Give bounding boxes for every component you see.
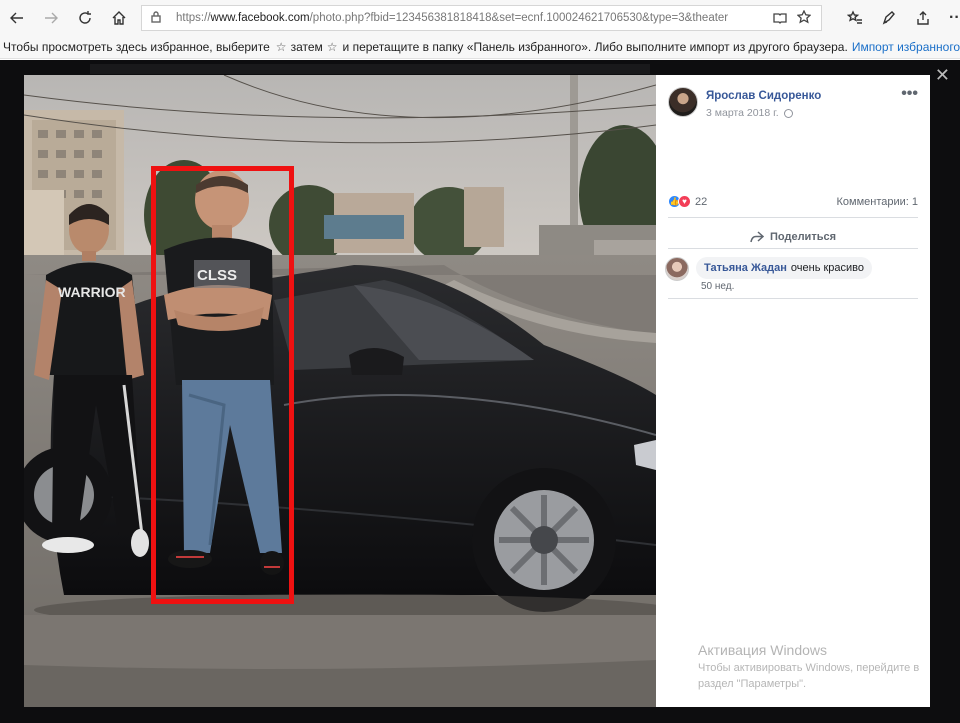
import-favorites-link[interactable]: Импорт избранного (852, 40, 960, 54)
comment-text: очень красиво (790, 262, 865, 274)
highlight-box (151, 166, 294, 604)
home-icon (112, 11, 126, 25)
share-button[interactable]: Поделиться (668, 224, 918, 250)
share-icon (917, 11, 929, 25)
book-icon (773, 13, 787, 24)
reading-view-button[interactable] (773, 11, 787, 28)
forward-button[interactable] (34, 1, 68, 35)
more-browser-button[interactable]: ··· (940, 1, 960, 35)
comment-time[interactable]: 50 нед. (701, 281, 734, 292)
author-info: Ярослав Сидоренко 3 марта 2018 г. (706, 87, 821, 119)
lock-icon (150, 10, 162, 26)
comment-bubble: Татьяна Жадан очень красиво (696, 257, 873, 279)
post-options-button[interactable]: ••• (901, 85, 918, 103)
back-button[interactable] (0, 1, 34, 35)
share-arrow-icon (750, 231, 764, 243)
favorites-hint-text: затем (290, 40, 323, 54)
divider (668, 298, 918, 299)
favorites-button[interactable] (838, 1, 872, 35)
post-photo[interactable]: WARRIOR CLSS (24, 75, 656, 707)
photo-image: WARRIOR CLSS (24, 75, 656, 707)
divider (668, 248, 918, 249)
arrow-right-icon (45, 12, 58, 24)
reaction-count[interactable]: 22 (695, 196, 707, 208)
dimmed-page-background (90, 64, 650, 74)
close-icon[interactable]: ✕ (935, 66, 950, 84)
browser-toolbar: https://www.facebook.com/photo.php?fbid=… (0, 0, 960, 36)
favorites-hint-bar: Чтобы просмотреть здесь избранное, выбер… (0, 36, 960, 59)
post-date-text: 3 марта 2018 г. (706, 107, 779, 119)
favorites-list-icon (847, 10, 862, 24)
address-bar[interactable]: https://www.facebook.com/photo.php?fbid=… (141, 5, 822, 31)
refresh-button[interactable] (68, 1, 102, 35)
comments-count-link[interactable]: Комментарии: 1 (836, 196, 918, 208)
divider (668, 217, 918, 218)
shirt-text-warrior: WARRIOR (58, 284, 126, 300)
post-date[interactable]: 3 марта 2018 г. (706, 107, 821, 119)
arrow-left-icon (10, 12, 23, 24)
globe-icon (783, 108, 793, 118)
commenter-avatar[interactable] (665, 257, 689, 281)
watermark-title: Активация Windows (698, 642, 828, 658)
favorites-hint-text: и перетащите в папку «Панель избранного»… (342, 40, 848, 54)
star-icon: ☆ (275, 40, 287, 54)
star-icon: ☆ (326, 40, 338, 54)
star-icon (796, 9, 812, 24)
comment-item: Татьяна Жадан очень красиво (665, 257, 873, 281)
post-sidebar: Ярослав Сидоренко 3 марта 2018 г. ••• 👍 … (656, 75, 930, 707)
author-name-link[interactable]: Ярослав Сидоренко (706, 90, 821, 102)
favorites-hint-text: Чтобы просмотреть здесь избранное, выбер… (3, 40, 270, 54)
post-header: Ярослав Сидоренко 3 марта 2018 г. (668, 87, 821, 119)
commenter-name-link[interactable]: Татьяна Жадан (704, 262, 787, 274)
home-button[interactable] (102, 1, 136, 35)
url-text: https://www.facebook.com/photo.php?fbid=… (176, 12, 729, 24)
love-reaction-icon[interactable]: ♥ (678, 195, 691, 208)
watermark-line: Чтобы активировать Windows, перейдите в (698, 662, 920, 674)
pen-icon (882, 11, 895, 25)
favorite-button[interactable] (796, 9, 812, 27)
watermark-line: раздел "Параметры". (698, 678, 807, 690)
share-browser-button[interactable] (906, 1, 940, 35)
photo-theater-overlay: ✕ WARRIOR CLSS Ярослав Сидоренко 3 марта… (0, 60, 960, 723)
ellipsis-icon: ··· (949, 9, 960, 26)
reactions-bar: 👍 ♥ 22 Комментарии: 1 (668, 195, 918, 208)
refresh-icon (79, 11, 91, 24)
notes-button[interactable] (872, 1, 906, 35)
share-label: Поделиться (769, 231, 837, 243)
windows-activation-watermark: Активация Windows Чтобы активировать Win… (698, 640, 919, 692)
author-avatar[interactable] (668, 87, 698, 117)
